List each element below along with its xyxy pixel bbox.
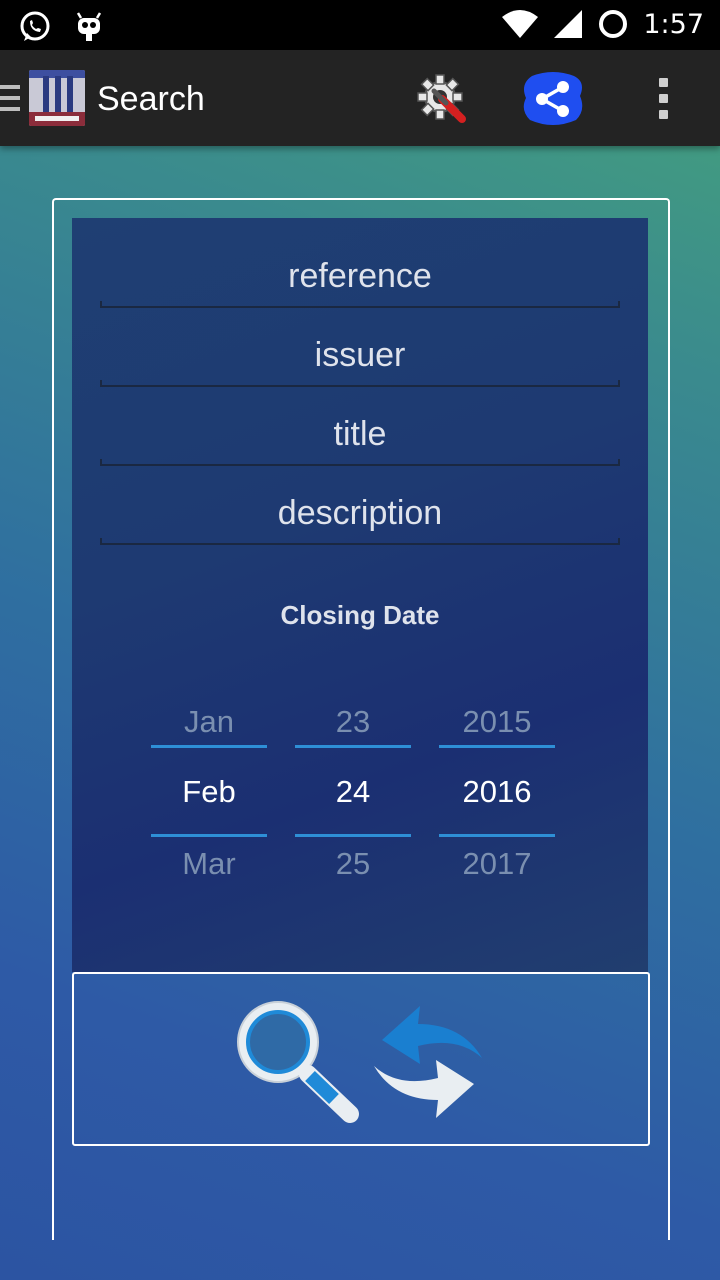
picker-divider <box>295 834 411 837</box>
closing-date-label: Closing Date <box>280 600 440 630</box>
action-bar: Search <box>0 50 720 146</box>
battery-ring-icon <box>599 10 628 38</box>
reset-button[interactable] <box>372 992 484 1124</box>
share-button[interactable] <box>522 70 584 128</box>
search-icon <box>237 1001 359 1123</box>
description-input[interactable] <box>100 485 620 541</box>
title-input[interactable] <box>100 406 620 462</box>
picker-divider <box>439 834 555 837</box>
day-picker[interactable]: 23 24 25 <box>295 688 411 888</box>
year-next[interactable]: 2017 <box>439 846 555 882</box>
app-logo[interactable] <box>29 70 85 126</box>
year-prev[interactable]: 2015 <box>439 704 555 740</box>
action-buttons-panel <box>72 972 650 1146</box>
day-current[interactable]: 24 <box>295 774 411 810</box>
field-underline <box>100 301 620 308</box>
month-prev[interactable]: Jan <box>151 704 267 740</box>
year-picker[interactable]: 2015 2016 2017 <box>439 688 555 888</box>
settings-wrench-icon <box>417 74 466 123</box>
search-button[interactable] <box>230 996 362 1126</box>
picker-divider <box>151 834 267 837</box>
field-underline <box>100 380 620 387</box>
month-picker[interactable]: Jan Feb Mar <box>151 688 267 888</box>
issuer-input[interactable] <box>100 327 620 383</box>
picker-divider <box>295 745 411 748</box>
description-field-wrapper <box>100 485 620 545</box>
whatsapp-icon <box>20 11 50 41</box>
clock: 1:57 <box>643 8 704 40</box>
share-icon <box>523 72 583 125</box>
day-prev[interactable]: 23 <box>295 704 411 740</box>
field-underline <box>100 538 620 545</box>
settings-button[interactable] <box>416 73 468 125</box>
wifi-icon <box>502 10 539 38</box>
drawer-toggle-icon[interactable] <box>0 85 20 113</box>
issuer-field-wrapper <box>100 327 620 387</box>
reference-input[interactable] <box>100 248 620 304</box>
year-current[interactable]: 2016 <box>439 774 555 810</box>
month-next[interactable]: Mar <box>151 846 267 882</box>
signal-icon <box>554 10 583 38</box>
reference-field-wrapper <box>100 248 620 308</box>
overflow-menu-icon[interactable] <box>646 78 680 122</box>
android-debug-icon <box>76 12 102 41</box>
picker-divider <box>439 745 555 748</box>
title-field-wrapper <box>100 406 620 466</box>
status-bar: 1:57 <box>0 0 720 50</box>
refresh-icon <box>374 1006 482 1118</box>
day-next[interactable]: 25 <box>295 846 411 882</box>
search-form: Closing Date Jan Feb Mar 23 24 25 2015 2… <box>72 218 648 972</box>
field-underline <box>100 459 620 466</box>
picker-divider <box>151 745 267 748</box>
month-current[interactable]: Feb <box>151 774 267 810</box>
page-title: Search <box>97 80 205 118</box>
